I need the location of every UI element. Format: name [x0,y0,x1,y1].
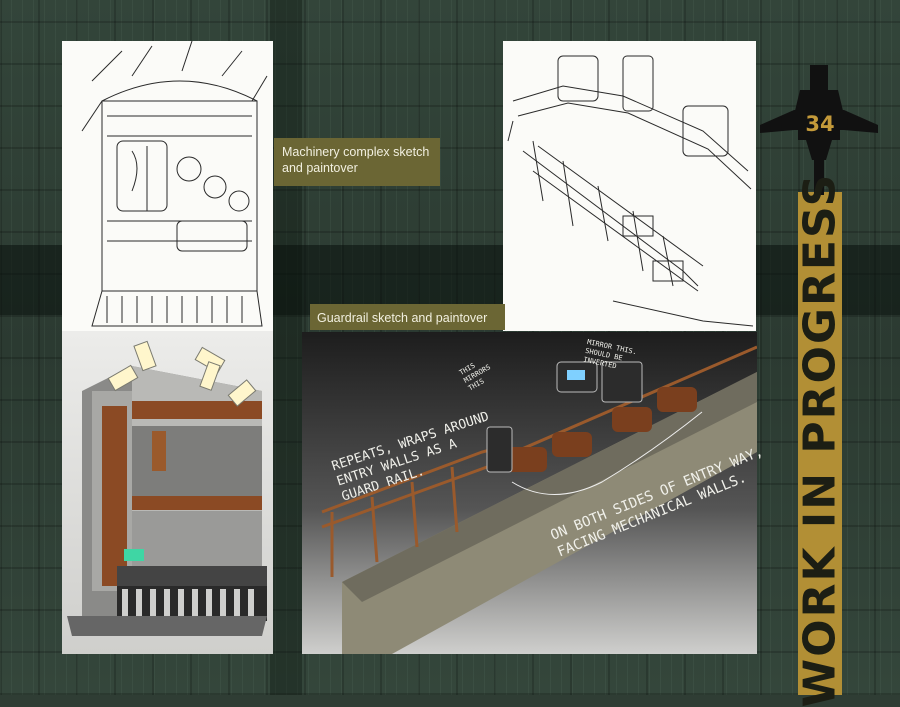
machinery-paintover [62,331,273,654]
guardrail-caption: Guardrail sketch and paintover [310,304,505,330]
page-number: 34 [805,112,835,136]
machinery-sketch [62,41,273,331]
vertical-title: WORK IN PROGRESS [794,172,846,707]
guardrail-sketch [503,41,756,331]
machinery-caption: Machinery complex sketch and paintover [274,138,440,186]
background-column [270,0,302,695]
